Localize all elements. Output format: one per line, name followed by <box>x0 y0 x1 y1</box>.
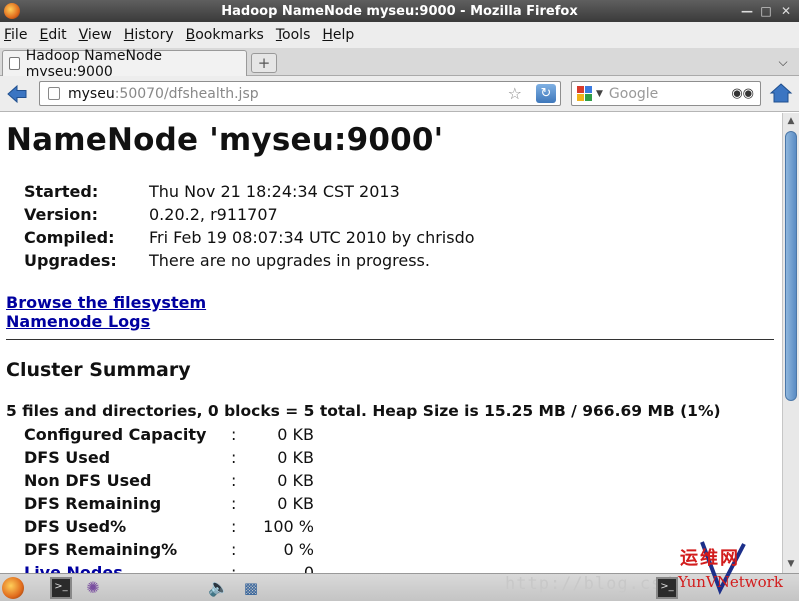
namenode-info: Started: Thu Nov 21 18:24:34 CST 2013 Ve… <box>24 180 475 272</box>
stat-value: 0 % <box>283 540 314 559</box>
tab-hadoop-namenode[interactable]: Hadoop NameNode myseu:9000 <box>2 48 247 80</box>
stat-separator: : <box>231 517 237 536</box>
stat-separator: : <box>231 471 237 490</box>
browse-filesystem-link[interactable]: Browse the filesystem <box>6 293 206 312</box>
back-arrow-icon <box>7 84 27 104</box>
menu-help[interactable]: Help <box>322 27 354 43</box>
info-label: Started: <box>24 182 99 201</box>
stat-separator: : <box>231 425 237 444</box>
stat-row: DFS Used% : 100 % <box>24 515 314 538</box>
info-row: Upgrades: There are no upgrades in progr… <box>24 249 475 272</box>
menu-bar: File Edit View History Bookmarks Tools H… <box>0 22 799 48</box>
stat-separator: : <box>231 494 237 513</box>
tab-label: Hadoop NameNode myseu:9000 <box>25 47 163 80</box>
home-button[interactable] <box>769 82 793 104</box>
firefox-launcher-icon[interactable] <box>2 577 24 599</box>
terminal-icon[interactable]: >_ <box>50 577 72 599</box>
bookmark-star-icon[interactable]: ☆ <box>508 84 522 103</box>
stat-row: DFS Remaining% : 0 % <box>24 538 314 561</box>
settings-icon[interactable]: ✺ <box>82 577 104 599</box>
summary-line: 5 files and directories, 0 blocks = 5 to… <box>6 402 721 420</box>
firefox-icon <box>4 3 20 19</box>
scroll-up-icon[interactable]: ▲ <box>786 116 796 126</box>
chevron-down-icon[interactable]: ⌵ <box>775 53 791 71</box>
google-icon[interactable] <box>577 85 593 102</box>
home-icon <box>769 83 793 103</box>
menu-tools[interactable]: Tools <box>276 27 311 43</box>
stat-row: Configured Capacity : 0 KB <box>24 423 314 446</box>
stat-row: DFS Remaining : 0 KB <box>24 492 314 515</box>
terminal-window-icon[interactable]: >_ <box>656 577 678 599</box>
cluster-stats: Configured Capacity : 0 KB DFS Used : 0 … <box>24 423 314 573</box>
watermark-logo: 运维网 YunVNetwork <box>676 540 796 598</box>
binoculars-icon[interactable]: ◉◉ <box>731 86 754 101</box>
address-path: :50070/dfshealth.jsp <box>114 85 259 102</box>
info-label: Compiled: <box>24 228 115 247</box>
stat-separator: : <box>231 448 237 467</box>
reload-icon[interactable]: ↻ <box>536 84 556 103</box>
page-icon <box>9 57 20 70</box>
namenode-logs-link[interactable]: Namenode Logs <box>6 312 150 331</box>
stat-row: Live Nodes : 0 <box>24 561 314 573</box>
page-content: NameNode 'myseu:9000' Started: Thu Nov 2… <box>0 113 782 573</box>
divider <box>6 339 774 340</box>
navigation-toolbar: myseu:50070/dfshealth.jsp ☆ ↻ ▼ Google ◉… <box>0 76 799 112</box>
stat-value: 0 KB <box>277 425 314 444</box>
volume-icon[interactable]: 🔈 <box>208 577 230 599</box>
info-label: Version: <box>24 205 99 224</box>
info-label: Upgrades: <box>24 251 117 270</box>
stat-value: 0 KB <box>277 494 314 513</box>
info-row: Started: Thu Nov 21 18:24:34 CST 2013 <box>24 180 475 203</box>
menu-edit[interactable]: Edit <box>39 27 66 43</box>
menu-history[interactable]: History <box>124 27 174 43</box>
menu-file[interactable]: File <box>4 27 27 43</box>
stat-separator: : <box>231 563 237 573</box>
menu-view[interactable]: View <box>79 27 112 43</box>
tab-bar: Hadoop NameNode myseu:9000 + ⌵ <box>0 48 799 80</box>
stat-value: 0 KB <box>277 448 314 467</box>
stat-label: DFS Remaining% <box>24 540 178 559</box>
address-host: myseu <box>68 85 115 102</box>
stat-value: 100 % <box>263 517 314 536</box>
live-nodes-link[interactable]: Live Nodes <box>24 563 231 573</box>
vertical-scrollbar[interactable]: ▲ ▼ <box>782 113 799 573</box>
close-icon[interactable]: ✕ <box>777 2 795 20</box>
new-tab-button[interactable]: + <box>251 53 277 73</box>
address-bar[interactable]: myseu:50070/dfshealth.jsp ☆ ↻ <box>39 81 561 106</box>
stat-label: Non DFS Used <box>24 471 152 490</box>
search-engine-dropdown-icon[interactable]: ▼ <box>596 89 603 99</box>
search-bar[interactable]: ▼ Google ◉◉ <box>571 81 761 106</box>
info-value: There are no upgrades in progress. <box>149 251 430 270</box>
window-titlebar: Hadoop NameNode myseu:9000 - Mozilla Fir… <box>0 0 799 22</box>
logo-en-text: YunVNetwork <box>678 573 783 591</box>
back-button[interactable] <box>6 83 28 105</box>
minimize-icon[interactable]: — <box>738 2 756 20</box>
network-icon[interactable]: ▩ <box>240 577 262 599</box>
info-value: Fri Feb 19 08:07:34 UTC 2010 by chrisdo <box>149 228 475 247</box>
scrollbar-thumb[interactable] <box>785 131 797 401</box>
stat-row: Non DFS Used : 0 KB <box>24 469 314 492</box>
stat-label: DFS Used <box>24 448 111 467</box>
info-row: Version: 0.20.2, r911707 <box>24 203 475 226</box>
search-input[interactable]: Google <box>609 86 658 102</box>
window-title: Hadoop NameNode myseu:9000 - Mozilla Fir… <box>221 3 578 19</box>
logo-cn-text: 运维网 <box>680 548 740 569</box>
stat-row: DFS Used : 0 KB <box>24 446 314 469</box>
info-value: Thu Nov 21 18:24:34 CST 2013 <box>149 182 400 201</box>
stat-label: Configured Capacity <box>24 425 207 444</box>
maximize-icon[interactable]: □ <box>757 2 775 20</box>
stat-label: DFS Remaining <box>24 494 162 513</box>
page-title: NameNode 'myseu:9000' <box>6 122 444 158</box>
menu-bookmarks[interactable]: Bookmarks <box>186 27 264 43</box>
info-row: Compiled: Fri Feb 19 08:07:34 UTC 2010 b… <box>24 226 475 249</box>
stat-label: DFS Used% <box>24 517 127 536</box>
stat-separator: : <box>231 540 237 559</box>
stat-value: 0 KB <box>277 471 314 490</box>
cluster-summary-heading: Cluster Summary <box>6 359 191 381</box>
info-value: 0.20.2, r911707 <box>149 205 278 224</box>
stat-value: 0 <box>303 563 314 573</box>
site-identity-icon[interactable] <box>48 87 60 100</box>
watermark-url: http://blog.csd <box>505 574 674 594</box>
